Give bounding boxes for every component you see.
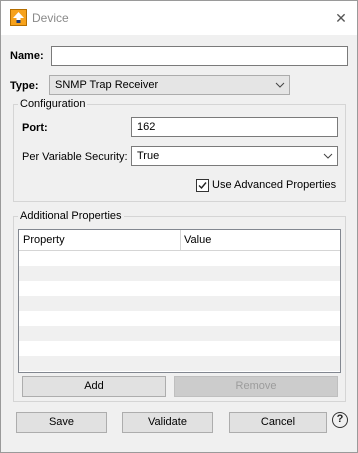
chevron-down-icon — [323, 153, 333, 159]
checkmark-icon — [198, 182, 207, 190]
remove-button[interactable]: Remove — [174, 376, 338, 397]
close-button[interactable]: ✕ — [327, 4, 355, 32]
type-select[interactable]: SNMP Trap Receiver — [49, 75, 290, 95]
table-row — [19, 296, 340, 311]
configuration-group-title: Configuration — [18, 98, 88, 110]
table-row — [19, 356, 340, 371]
table-row — [19, 281, 340, 296]
table-row — [19, 251, 340, 266]
validate-button[interactable]: Validate — [122, 412, 213, 433]
type-label: Type: — [10, 80, 39, 92]
column-header-property[interactable]: Property — [23, 234, 65, 246]
table-row — [19, 266, 340, 281]
add-button[interactable]: Add — [22, 376, 166, 397]
properties-table[interactable]: Property Value — [18, 229, 341, 373]
column-header-value[interactable]: Value — [184, 234, 211, 246]
table-header: Property Value — [19, 230, 340, 251]
name-input[interactable] — [51, 46, 348, 66]
type-select-value: SNMP Trap Receiver — [55, 79, 159, 91]
security-select-value: True — [137, 150, 160, 162]
cancel-button[interactable]: Cancel — [229, 412, 327, 433]
close-icon: ✕ — [335, 10, 347, 26]
device-dialog: Device ✕ Name: Type: SNMP Trap Receiver … — [0, 0, 358, 453]
port-input[interactable]: 162 — [131, 117, 338, 137]
advanced-properties-checkbox[interactable] — [196, 179, 209, 192]
window-title: Device — [32, 11, 69, 25]
chevron-down-icon — [275, 82, 285, 88]
additional-properties-title: Additional Properties — [18, 210, 124, 222]
security-label: Per Variable Security: — [22, 151, 128, 163]
port-label: Port: — [22, 122, 48, 134]
name-label: Name: — [10, 50, 44, 62]
advanced-properties-label: Use Advanced Properties — [212, 179, 337, 191]
table-row — [19, 311, 340, 326]
column-separator[interactable] — [180, 230, 181, 251]
table-row — [19, 341, 340, 356]
help-icon[interactable]: ? — [332, 412, 348, 428]
security-select[interactable]: True — [131, 146, 338, 166]
save-button[interactable]: Save — [16, 412, 107, 433]
app-logo-icon — [10, 9, 27, 26]
table-row — [19, 326, 340, 341]
title-bar[interactable]: Device ✕ — [1, 1, 357, 35]
